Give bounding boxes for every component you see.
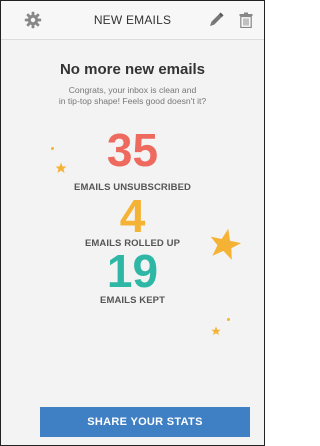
trash-icon[interactable]: [238, 12, 254, 29]
large-star-icon: [207, 227, 243, 266]
share-stats-button[interactable]: SHARE YOUR STATS: [40, 407, 250, 437]
tiny-star-icon: [211, 323, 221, 341]
congrats-line-2: in tip-top shape! Feels good doesn't it?: [58, 96, 207, 106]
kept-label: EMAILS KEPT: [100, 295, 165, 306]
sparkle-dot: [227, 318, 230, 321]
phone-frame: NEW EMAILS No more new emails Congrats, …: [0, 0, 265, 446]
congrats-message: Congrats, your inbox is clean and in tip…: [1, 85, 264, 107]
unsubscribed-count: 35: [106, 124, 159, 176]
pencil-icon[interactable]: [208, 12, 224, 28]
top-bar: NEW EMAILS: [1, 1, 264, 40]
congrats-line-1: Congrats, your inbox is clean and: [68, 85, 197, 95]
page-title: NEW EMAILS: [93, 13, 172, 27]
small-star-icon: [55, 161, 67, 179]
sparkle-dot: [51, 147, 54, 150]
empty-inbox-heading: No more new emails: [59, 61, 206, 78]
